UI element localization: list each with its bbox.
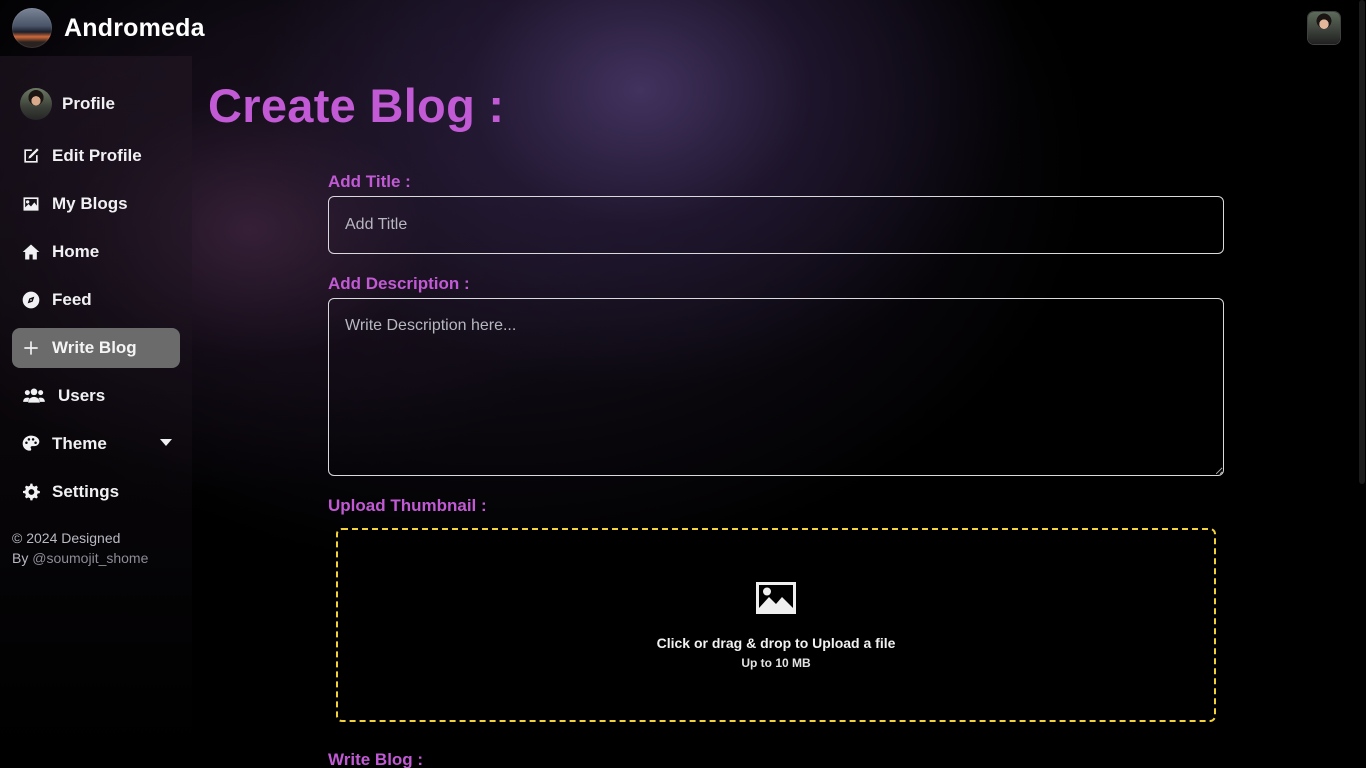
brand-logo (12, 8, 52, 48)
sidebar-item-feed[interactable]: Feed (12, 280, 180, 320)
sidebar-footer: © 2024 Designed By @soumojit_shome (12, 528, 182, 568)
write-blog-label: Write Blog : (328, 750, 424, 768)
sidebar-item-label: Feed (52, 290, 92, 309)
description-label: Add Description : (328, 274, 470, 293)
sidebar-item-write-blog[interactable]: Write Blog (12, 328, 180, 368)
image-icon (20, 193, 42, 215)
sidebar-item-profile[interactable]: Profile (12, 84, 180, 124)
sidebar-item-label: My Blogs (52, 194, 128, 213)
sidebar-item-label: Write Blog (52, 338, 137, 357)
sidebar-item-label: Theme (52, 434, 107, 453)
credit-line: By @soumojit_shome (12, 548, 182, 568)
chevron-down-icon[interactable] (160, 439, 172, 446)
title-input[interactable] (328, 196, 1224, 254)
sidebar-item-home[interactable]: Home (12, 232, 180, 272)
page-scrollbar[interactable] (1358, 0, 1366, 768)
brand[interactable]: Andromeda (12, 8, 205, 48)
home-icon (20, 241, 42, 263)
sidebar-item-label: Home (52, 242, 100, 261)
title-label: Add Title : (328, 172, 411, 191)
copyright-text: © 2024 Designed (12, 530, 121, 546)
plus-icon (20, 337, 42, 359)
image-upload-icon (754, 580, 798, 621)
dropzone-text: Click or drag & drop to Upload a file (656, 635, 896, 651)
sidebar-item-label: Edit Profile (52, 146, 142, 165)
sidebar-item-label: Settings (52, 482, 120, 501)
author-handle[interactable]: @soumojit_shome (32, 550, 148, 566)
sidebar-item-settings[interactable]: Settings (12, 472, 180, 512)
profile-avatar (20, 88, 52, 120)
app-name: Andromeda (64, 13, 205, 42)
thumbnail-label: Upload Thumbnail : (328, 496, 487, 515)
description-textarea[interactable] (328, 298, 1224, 476)
sidebar-item-edit-profile[interactable]: Edit Profile (12, 136, 180, 176)
header-avatar[interactable] (1308, 12, 1340, 44)
dropzone-size-limit: Up to 10 MB (741, 656, 811, 670)
users-icon (20, 385, 48, 407)
gear-icon (20, 481, 42, 503)
sidebar-item-label: Users (58, 386, 106, 405)
sidebar-item-my-blogs[interactable]: My Blogs (12, 184, 180, 224)
scrollbar-thumb[interactable] (1359, 0, 1365, 484)
sidebar-item-users[interactable]: Users (12, 376, 180, 416)
compass-icon (20, 289, 42, 311)
thumbnail-dropzone[interactable]: Click or drag & drop to Upload a file Up… (336, 528, 1216, 722)
sidebar-item-label: Profile (62, 94, 115, 113)
edit-icon (20, 145, 42, 167)
page-title: Create Blog : (208, 79, 505, 132)
credit-prefix: By (12, 550, 33, 566)
palette-icon (20, 433, 42, 455)
app-root: Andromeda Profile Edit Profile My Blogs … (0, 0, 1366, 768)
sidebar-item-theme[interactable]: Theme (12, 424, 180, 464)
